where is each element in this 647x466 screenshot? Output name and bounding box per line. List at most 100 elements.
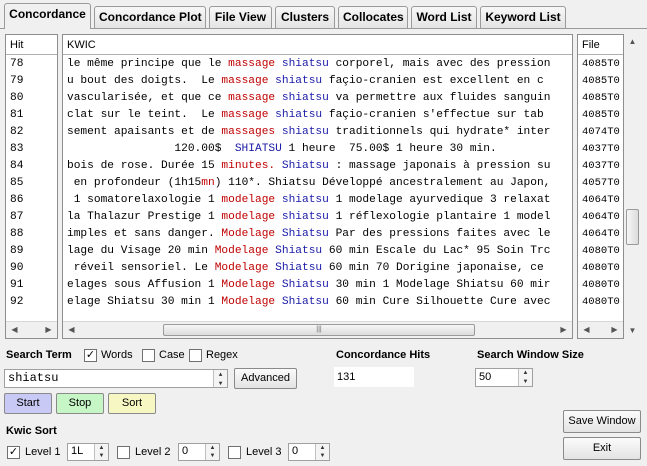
level1-checkbox[interactable]: ✓	[7, 446, 20, 459]
tab-file-view[interactable]: File View	[209, 6, 272, 28]
kwic-row[interactable]: en profondeur (1h15mn) 110*. Shiatsu Dév…	[63, 175, 572, 192]
search-input[interactable]: shiatsu ▲ ▼	[4, 369, 228, 388]
hit-number[interactable]: 92	[6, 294, 57, 311]
level3-checkbox[interactable]	[228, 446, 241, 459]
kwic-list[interactable]: le même principe que le massage shiatsu …	[63, 56, 572, 321]
hit-number[interactable]: 86	[6, 192, 57, 209]
kwic-row[interactable]: le même principe que le massage shiatsu …	[63, 56, 572, 73]
scroll-left-icon[interactable]: ◀	[578, 322, 595, 338]
kwic-row[interactable]: la Thalazur Prestige 1 modelage shiatsu …	[63, 209, 572, 226]
file-name[interactable]: 4037T0	[578, 158, 623, 175]
file-name[interactable]: 4085T0	[578, 73, 623, 90]
kwic-hscrollbar[interactable]: ◀ ||| ▶	[63, 321, 572, 338]
spin-down-icon[interactable]: ▼	[206, 452, 219, 460]
kwic-row[interactable]: réveil sensoriel. Le Modelage Shiatsu 60…	[63, 260, 572, 277]
tab-concordance[interactable]: Concordance	[4, 3, 91, 29]
kwic-row[interactable]: imples et sans danger. Modelage Shiatsu …	[63, 226, 572, 243]
level1-field[interactable]: 1L ▲ ▼	[67, 443, 109, 461]
search-history-spinner[interactable]: ▲ ▼	[213, 370, 227, 387]
kwic-row[interactable]: elages sous Affusion 1 Modelage Shiatsu …	[63, 277, 572, 294]
file-hscrollbar[interactable]: ◀ ▶	[578, 321, 623, 338]
spin-up-icon[interactable]: ▲	[206, 444, 219, 452]
file-panel[interactable]: File 4085T0 4085T0 4085T0 4085T0 4074T0 4037T…	[577, 34, 624, 339]
stop-button[interactable]: Stop	[56, 393, 104, 414]
tab-keyword-list[interactable]: Keyword List	[480, 6, 566, 28]
spin-up-icon[interactable]: ▲	[316, 444, 329, 452]
window-size-spinner[interactable]: ▲ ▼	[518, 369, 532, 386]
spin-down-icon[interactable]: ▼	[95, 452, 108, 460]
scroll-left-icon[interactable]: ◀	[63, 322, 80, 338]
spin-up-icon[interactable]: ▲	[95, 444, 108, 452]
scroll-right-icon[interactable]: ▶	[555, 322, 572, 338]
hit-list[interactable]: 78 79 80 81 82 83 84 85 86 87 88 89 90 91 92	[6, 56, 57, 321]
hit-hscrollbar[interactable]: ◀ ▶	[6, 321, 57, 338]
hit-number[interactable]: 88	[6, 226, 57, 243]
kwic-row[interactable]: clat sur le teint. Le massage shiatsu fa…	[63, 107, 572, 124]
hit-number[interactable]: 83	[6, 141, 57, 158]
kwic-panel[interactable]: KWIC le même principe que le massage shi…	[62, 34, 573, 339]
hit-number[interactable]: 87	[6, 209, 57, 226]
start-button[interactable]: Start	[4, 393, 52, 414]
file-name[interactable]: 4064T0	[578, 226, 623, 243]
hit-number[interactable]: 90	[6, 260, 57, 277]
spin-down-icon[interactable]: ▼	[316, 452, 329, 460]
level2-spinner[interactable]: ▲ ▼	[205, 444, 219, 460]
hit-number[interactable]: 89	[6, 243, 57, 260]
kwic-row[interactable]: sement apaisants et de massages shiatsu …	[63, 124, 572, 141]
file-list[interactable]: 4085T0 4085T0 4085T0 4085T0 4074T0 4037T0 4037…	[578, 56, 623, 321]
case-checkbox[interactable]	[142, 349, 155, 362]
vscroll-thumb[interactable]	[626, 209, 639, 245]
level3-field[interactable]: 0 ▲ ▼	[288, 443, 330, 461]
file-name[interactable]: 4080T0	[578, 243, 623, 260]
file-name[interactable]: 4064T0	[578, 192, 623, 209]
file-name[interactable]: 4074T0	[578, 124, 623, 141]
spin-up-icon[interactable]: ▲	[214, 370, 227, 379]
file-name[interactable]: 4085T0	[578, 56, 623, 73]
scroll-left-icon[interactable]: ◀	[6, 322, 23, 338]
hit-number[interactable]: 81	[6, 107, 57, 124]
file-name[interactable]: 4085T0	[578, 90, 623, 107]
tab-collocates[interactable]: Collocates	[338, 6, 408, 28]
save-window-button[interactable]: Save Window	[563, 410, 641, 433]
kwic-row[interactable]: 1 somatorelaxologie 1 modelage shiatsu 1…	[63, 192, 572, 209]
file-name[interactable]: 4057T0	[578, 175, 623, 192]
level1-spinner[interactable]: ▲ ▼	[94, 444, 108, 460]
spin-down-icon[interactable]: ▼	[214, 379, 227, 388]
hit-number[interactable]: 78	[6, 56, 57, 73]
level2-checkbox[interactable]	[117, 446, 130, 459]
hit-panel[interactable]: Hit 78 79 80 81 82 83 84 85 86 87 88 89 90 91 92 ◀ ▶	[5, 34, 58, 339]
file-name[interactable]: 4080T0	[578, 294, 623, 311]
kwic-hscroll-thumb[interactable]: |||	[163, 324, 475, 336]
scroll-down-icon[interactable]: ▼	[624, 323, 641, 339]
tab-concordance-plot[interactable]: Concordance Plot	[94, 6, 206, 28]
kwic-row[interactable]: 120.00$ SHIATSU 1 heure 75.00$ 1 heure 3…	[63, 141, 572, 158]
hit-number[interactable]: 80	[6, 90, 57, 107]
file-name[interactable]: 4064T0	[578, 209, 623, 226]
tab-word-list[interactable]: Word List	[411, 6, 477, 28]
file-name[interactable]: 4085T0	[578, 107, 623, 124]
kwic-row[interactable]: bois de rose. Durée 15 minutes. Shiatsu …	[63, 158, 572, 175]
hit-number[interactable]: 82	[6, 124, 57, 141]
scroll-right-icon[interactable]: ▶	[40, 322, 57, 338]
regex-checkbox[interactable]	[189, 349, 202, 362]
hit-number[interactable]: 84	[6, 158, 57, 175]
tab-clusters[interactable]: Clusters	[275, 6, 335, 28]
file-name[interactable]: 4080T0	[578, 277, 623, 294]
file-name[interactable]: 4080T0	[578, 260, 623, 277]
spin-up-icon[interactable]: ▲	[519, 369, 532, 378]
vertical-scrollbar[interactable]: ▲ ▼	[624, 34, 641, 339]
exit-button[interactable]: Exit	[563, 437, 641, 460]
kwic-row[interactable]: vascularisée, et que ce massage shiatsu …	[63, 90, 572, 107]
hit-number[interactable]: 79	[6, 73, 57, 90]
hit-number[interactable]: 85	[6, 175, 57, 192]
hit-number[interactable]: 91	[6, 277, 57, 294]
advanced-button[interactable]: Advanced	[234, 368, 297, 389]
kwic-row[interactable]: u bout des doigts. Le massage shiatsu fa…	[63, 73, 572, 90]
level2-field[interactable]: 0 ▲ ▼	[178, 443, 220, 461]
kwic-row[interactable]: lage du Visage 20 min Modelage Shiatsu 6…	[63, 243, 572, 260]
scroll-up-icon[interactable]: ▲	[624, 34, 641, 50]
words-checkbox[interactable]: ✓	[84, 349, 97, 362]
file-name[interactable]: 4037T0	[578, 141, 623, 158]
search-window-size-field[interactable]: 50 ▲ ▼	[475, 368, 533, 387]
level3-spinner[interactable]: ▲ ▼	[315, 444, 329, 460]
